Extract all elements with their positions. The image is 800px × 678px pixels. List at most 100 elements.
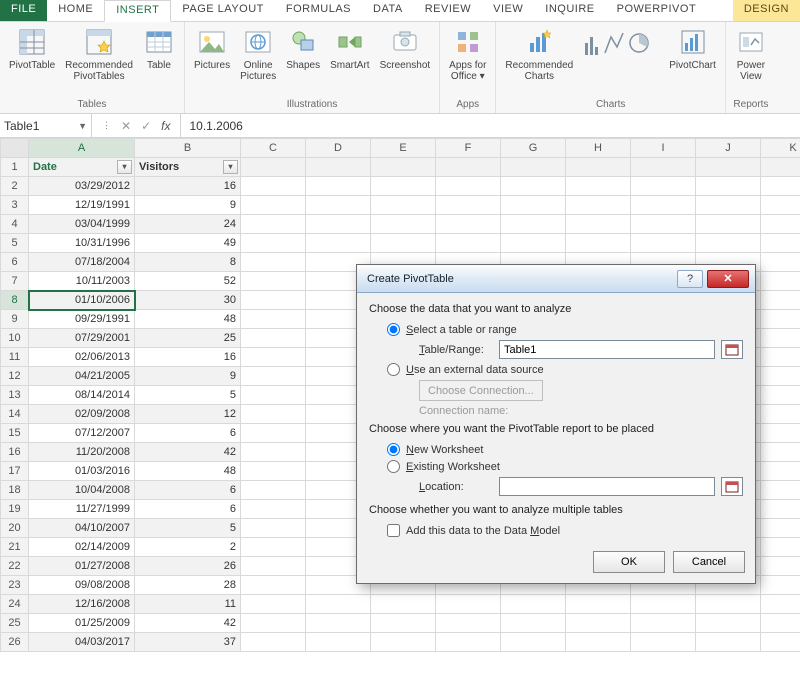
cell[interactable] — [761, 329, 800, 348]
cell[interactable] — [566, 633, 631, 652]
cell[interactable] — [761, 348, 800, 367]
cell[interactable] — [631, 614, 696, 633]
cell-visitors[interactable]: 9 — [135, 196, 241, 215]
row-header[interactable]: 9 — [1, 310, 29, 329]
pivotchart-button[interactable]: PivotChart — [666, 24, 719, 73]
cell[interactable] — [241, 481, 306, 500]
cell-visitors[interactable]: 16 — [135, 348, 241, 367]
cell-visitors[interactable]: 16 — [135, 177, 241, 196]
cell[interactable] — [566, 196, 631, 215]
cell[interactable] — [241, 538, 306, 557]
cell[interactable] — [761, 386, 800, 405]
row-header[interactable]: 1 — [1, 158, 29, 177]
cell[interactable] — [436, 633, 501, 652]
cell[interactable] — [241, 348, 306, 367]
tab-page-layout[interactable]: PAGE LAYOUT — [171, 0, 275, 21]
cell[interactable] — [241, 291, 306, 310]
cell[interactable] — [696, 595, 761, 614]
tab-powerpivot[interactable]: POWERPIVOT — [606, 0, 708, 21]
cell[interactable] — [241, 253, 306, 272]
cell-visitors[interactable]: 49 — [135, 234, 241, 253]
cell-date[interactable]: 12/19/1991 — [29, 196, 135, 215]
cell-date[interactable]: 07/18/2004 — [29, 253, 135, 272]
row-header[interactable]: 26 — [1, 633, 29, 652]
cancel-button[interactable]: Cancel — [673, 551, 745, 573]
cell[interactable] — [761, 595, 800, 614]
cell-visitors[interactable]: 48 — [135, 310, 241, 329]
table-range-input[interactable] — [499, 340, 715, 359]
cell-date[interactable]: 07/12/2007 — [29, 424, 135, 443]
cell-visitors[interactable]: 24 — [135, 215, 241, 234]
cell[interactable] — [761, 196, 800, 215]
cell-visitors[interactable]: 25 — [135, 329, 241, 348]
tab-view[interactable]: VIEW — [482, 0, 534, 21]
cell[interactable] — [631, 177, 696, 196]
cell-date[interactable]: 03/04/1999 — [29, 215, 135, 234]
row-header[interactable]: 3 — [1, 196, 29, 215]
cell[interactable] — [761, 424, 800, 443]
cell[interactable] — [241, 576, 306, 595]
cell[interactable] — [566, 158, 631, 177]
tab-review[interactable]: REVIEW — [414, 0, 482, 21]
cell[interactable] — [761, 310, 800, 329]
cell-visitors[interactable]: 6 — [135, 481, 241, 500]
cell-date[interactable]: 11/27/1999 — [29, 500, 135, 519]
cell-date[interactable]: 09/08/2008 — [29, 576, 135, 595]
cell[interactable] — [631, 215, 696, 234]
cell[interactable] — [761, 576, 800, 595]
row-header[interactable]: 23 — [1, 576, 29, 595]
cell[interactable] — [436, 196, 501, 215]
charts-gallery[interactable] — [580, 24, 662, 60]
fx-icon[interactable]: fx — [161, 119, 170, 133]
apps-for-office-button[interactable]: Apps for Office ▾ — [446, 24, 489, 84]
cell[interactable] — [436, 215, 501, 234]
cell[interactable] — [436, 234, 501, 253]
cell[interactable] — [761, 367, 800, 386]
row-header[interactable]: 4 — [1, 215, 29, 234]
cell[interactable] — [566, 595, 631, 614]
cell-visitors[interactable]: 52 — [135, 272, 241, 291]
cell[interactable] — [696, 215, 761, 234]
existing-worksheet-radio[interactable] — [387, 460, 400, 473]
range-picker-button[interactable] — [721, 340, 743, 359]
cell[interactable] — [371, 196, 436, 215]
tab-formulas[interactable]: FORMULAS — [275, 0, 362, 21]
cell[interactable] — [241, 633, 306, 652]
tab-insert[interactable]: INSERT — [104, 0, 171, 22]
recommended-charts-button[interactable]: Recommended Charts — [502, 24, 576, 84]
row-header[interactable]: 19 — [1, 500, 29, 519]
row-header[interactable]: 24 — [1, 595, 29, 614]
cell[interactable] — [241, 519, 306, 538]
cell[interactable] — [371, 595, 436, 614]
tab-file[interactable]: FILE — [0, 0, 47, 21]
cell[interactable] — [696, 234, 761, 253]
cell[interactable] — [566, 215, 631, 234]
cell[interactable] — [566, 234, 631, 253]
cell-date[interactable]: 12/16/2008 — [29, 595, 135, 614]
cell[interactable] — [761, 633, 800, 652]
table-header-visitors[interactable]: Visitors▾ — [135, 158, 241, 177]
cell[interactable] — [696, 633, 761, 652]
filter-button[interactable]: ▾ — [117, 160, 132, 174]
cell-visitors[interactable]: 42 — [135, 443, 241, 462]
cell[interactable] — [241, 595, 306, 614]
row-header[interactable]: 25 — [1, 614, 29, 633]
filter-button[interactable]: ▾ — [223, 160, 238, 174]
name-box[interactable]: Table1 ▼ — [0, 114, 92, 137]
cell[interactable] — [241, 614, 306, 633]
cell-date[interactable]: 02/14/2009 — [29, 538, 135, 557]
col-header[interactable]: K — [761, 139, 800, 158]
cell[interactable] — [371, 614, 436, 633]
row-header[interactable]: 11 — [1, 348, 29, 367]
cell-visitors[interactable]: 6 — [135, 424, 241, 443]
cell-date[interactable]: 01/03/2016 — [29, 462, 135, 481]
cell[interactable] — [761, 253, 800, 272]
col-header[interactable]: I — [631, 139, 696, 158]
cell[interactable] — [631, 196, 696, 215]
cell-visitors[interactable]: 37 — [135, 633, 241, 652]
row-header[interactable]: 2 — [1, 177, 29, 196]
cell-date[interactable]: 04/03/2017 — [29, 633, 135, 652]
cell-date[interactable]: 01/10/2006 — [29, 291, 135, 310]
cell[interactable] — [306, 196, 371, 215]
tab-home[interactable]: HOME — [47, 0, 104, 21]
